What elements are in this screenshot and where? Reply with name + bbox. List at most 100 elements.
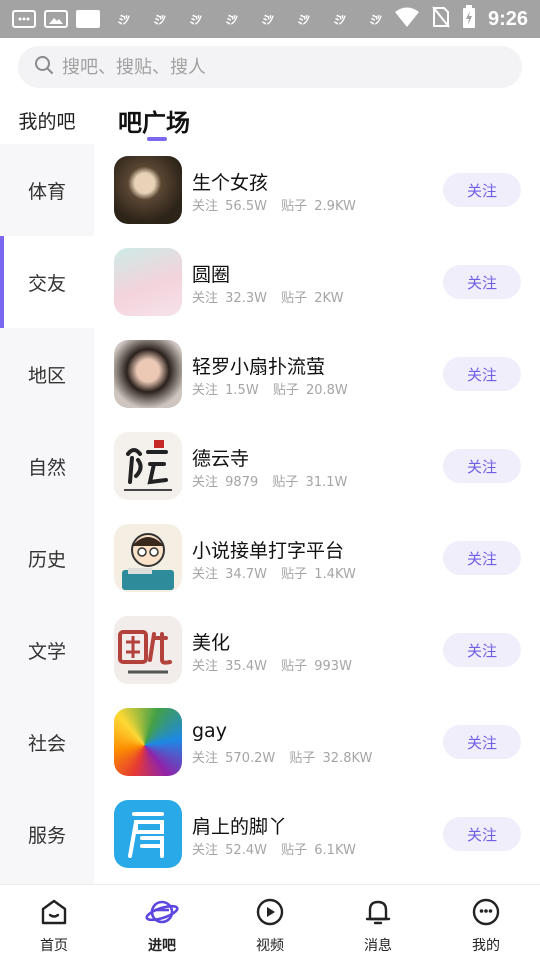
forum-name[interactable]: gay [192, 720, 227, 742]
search-icon [34, 55, 54, 79]
followers-count: 35.4W [225, 659, 267, 674]
sidebar-item-history[interactable]: 历史 [0, 512, 94, 604]
forum-name[interactable]: 美化 [192, 628, 230, 655]
forum-avatar[interactable] [114, 340, 182, 408]
follow-button[interactable]: 关注 [443, 265, 521, 299]
nav-home[interactable]: 首页 [0, 885, 108, 960]
forum-stats: 关注 32.3W 贴子 2KW [192, 287, 343, 306]
forum-stats: 关注 570.2W 贴子 32.8KW [192, 747, 372, 766]
posts-prefix: 贴子 [281, 567, 308, 582]
app-badge: ﾐﾂ [224, 12, 236, 27]
search-input[interactable] [62, 56, 502, 78]
forum-stats: 关注 9879 贴子 31.1W [192, 471, 347, 490]
forum-avatar[interactable] [114, 616, 182, 684]
forum-name[interactable]: 圆圈 [192, 260, 230, 287]
sidebar-item-dating[interactable]: 交友 [0, 236, 94, 328]
video-icon [255, 897, 285, 931]
nav-forums[interactable]: 进吧 [108, 885, 216, 960]
sidebar-item-my-forums[interactable]: 我的吧 [0, 96, 94, 144]
forum-stats: 关注 56.5W 贴子 2.9KW [192, 195, 356, 214]
sidebar-item-service[interactable]: 服务 [0, 788, 94, 880]
forum-avatar[interactable] [114, 156, 182, 224]
profile-icon [471, 897, 501, 931]
category-sidebar: 我的吧 体育 交友 地区 自然 历史 文学 社会 服务 [0, 96, 94, 884]
forum-row[interactable]: 生个女孩 关注 56.5W 贴子 2.9KW 关注 [94, 144, 540, 236]
sidebar-item-sports[interactable]: 体育 [0, 144, 94, 236]
sidebar-item-region[interactable]: 地区 [0, 328, 94, 420]
posts-count: 2KW [314, 291, 344, 306]
forum-avatar[interactable] [114, 800, 182, 868]
forum-name[interactable]: 肩上的脚丫 [192, 812, 287, 839]
clock: 9:26 [487, 7, 528, 30]
forum-avatar[interactable] [114, 248, 182, 316]
sidebar-item-literature[interactable]: 文学 [0, 604, 94, 696]
home-icon [39, 897, 69, 931]
forum-avatar[interactable] [114, 432, 182, 500]
followers-prefix: 关注 [192, 199, 219, 214]
followers-prefix: 关注 [192, 843, 219, 858]
wifi-icon [394, 6, 420, 32]
followers-prefix: 关注 [192, 567, 219, 582]
forum-row[interactable]: 德云寺 关注 9879 贴子 31.1W 关注 [94, 420, 540, 512]
forum-avatar[interactable] [114, 708, 182, 776]
followers-count: 34.7W [225, 567, 267, 582]
app-badge: ﾐﾂ [260, 12, 272, 27]
followers-prefix: 关注 [192, 475, 219, 490]
nav-profile[interactable]: 我的 [432, 885, 540, 960]
posts-count: 32.8KW [322, 751, 373, 766]
forum-name[interactable]: 生个女孩 [192, 168, 268, 195]
follow-button[interactable]: 关注 [443, 449, 521, 483]
nav-label: 视频 [256, 938, 284, 954]
followers-count: 56.5W [225, 199, 267, 214]
status-bar: ﾐﾂ ﾐﾂ ﾐﾂ ﾐﾂ ﾐﾂ ﾐﾂ ﾐﾂ ﾐﾂ 9:26 [0, 0, 540, 38]
forum-stats: 关注 1.5W 贴子 20.8W [192, 379, 348, 398]
image-icon [44, 10, 68, 28]
sidebar-item-nature[interactable]: 自然 [0, 420, 94, 512]
followers-count: 32.3W [225, 291, 267, 306]
sidebar-item-society[interactable]: 社会 [0, 696, 94, 788]
app-badge: ﾐﾂ [152, 12, 164, 27]
page-title: 吧广场 [118, 109, 190, 137]
forum-row[interactable]: 美化 关注 35.4W 贴子 993W 关注 [94, 604, 540, 696]
follow-button[interactable]: 关注 [443, 817, 521, 851]
follow-button[interactable]: 关注 [443, 357, 521, 391]
bell-icon [363, 897, 393, 931]
nav-label: 首页 [40, 938, 68, 954]
bottom-navigation: 首页 进吧 视频 消息 我的 [0, 884, 540, 960]
message-icon [12, 10, 36, 28]
follow-button[interactable]: 关注 [443, 541, 521, 575]
forum-name[interactable]: 轻罗小扇扑流萤 [192, 352, 325, 379]
title-indicator [147, 137, 167, 141]
forum-row[interactable]: 肩上的脚丫 关注 52.4W 贴子 6.1KW 关注 [94, 788, 540, 880]
follow-button[interactable]: 关注 [443, 633, 521, 667]
posts-prefix: 贴子 [272, 383, 299, 398]
forum-name[interactable]: 小说接单打字平台 [192, 536, 344, 563]
nav-messages[interactable]: 消息 [324, 885, 432, 960]
search-bar[interactable] [18, 46, 522, 88]
followers-prefix: 关注 [192, 751, 219, 766]
app-badge: ﾐﾂ [188, 12, 200, 27]
posts-count: 993W [314, 659, 352, 674]
followers-count: 52.4W [225, 843, 267, 858]
forum-avatar[interactable] [114, 524, 182, 592]
followers-count: 570.2W [225, 751, 276, 766]
forum-stats: 关注 52.4W 贴子 6.1KW [192, 839, 356, 858]
app-badge: ﾐﾂ [368, 12, 380, 27]
follow-button[interactable]: 关注 [443, 725, 521, 759]
no-sim-icon [432, 6, 450, 32]
follow-button[interactable]: 关注 [443, 173, 521, 207]
nav-video[interactable]: 视频 [216, 885, 324, 960]
app-badge: ﾐﾂ [116, 12, 128, 27]
forum-row[interactable]: 小说接单打字平台 关注 34.7W 贴子 1.4KW 关注 [94, 512, 540, 604]
followers-count: 1.5W [225, 383, 259, 398]
followers-prefix: 关注 [192, 659, 219, 674]
forum-row[interactable]: gay 关注 570.2W 贴子 32.8KW 关注 [94, 696, 540, 788]
nav-label: 进吧 [148, 938, 176, 954]
forum-row[interactable]: 轻罗小扇扑流萤 关注 1.5W 贴子 20.8W 关注 [94, 328, 540, 420]
forum-row[interactable]: 圆圈 关注 32.3W 贴子 2KW 关注 [94, 236, 540, 328]
app-badge: ﾐﾂ [332, 12, 344, 27]
followers-prefix: 关注 [192, 291, 219, 306]
forum-stats: 关注 35.4W 贴子 993W [192, 655, 352, 674]
forum-name[interactable]: 德云寺 [192, 444, 249, 471]
posts-count: 2.9KW [314, 199, 356, 214]
